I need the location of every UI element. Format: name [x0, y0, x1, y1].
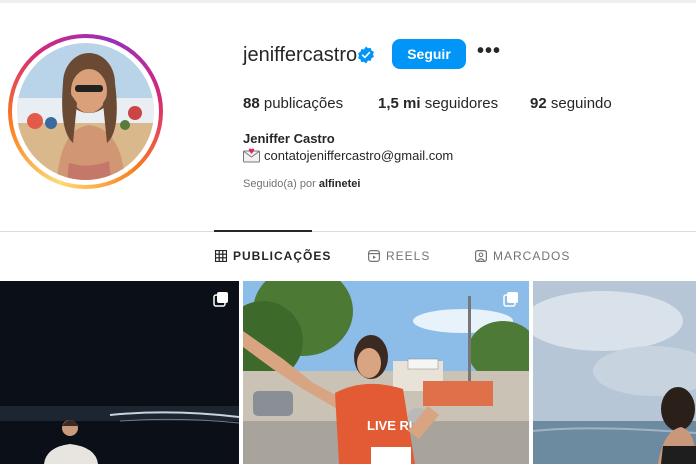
active-tab-indicator [214, 230, 312, 232]
grid-icon [215, 250, 227, 262]
tab-posts[interactable]: PUBLICAÇÕES [215, 249, 331, 263]
envelope-heart-icon [243, 148, 260, 163]
post-thumbnail[interactable] [0, 281, 239, 464]
profile-avatar[interactable] [8, 34, 163, 189]
stat-following[interactable]: 92 seguindo [530, 95, 612, 112]
username: jeniffercastro [243, 44, 358, 66]
verified-badge-icon [358, 46, 374, 64]
reels-icon [368, 250, 380, 262]
multiple-images-icon [503, 292, 518, 307]
followed-by[interactable]: Seguido(a) por alfinetei [243, 178, 360, 190]
stat-followers[interactable]: 1,5 mi seguidores [378, 95, 498, 112]
post-thumbnail[interactable] [533, 281, 696, 464]
tabs-divider [0, 231, 696, 232]
bio-email: contatojeniffercastro@gmail.com [243, 148, 453, 163]
top-divider [0, 0, 696, 3]
multiple-images-icon [213, 292, 228, 307]
post-thumbnail[interactable]: LIVE RUN [243, 281, 529, 464]
avatar-photo [17, 43, 154, 180]
more-options-icon[interactable]: ••• [477, 41, 501, 66]
tab-reels[interactable]: REELS [368, 249, 430, 263]
full-name: Jeniffer Castro [243, 131, 335, 146]
email-text[interactable]: contatojeniffercastro@gmail.com [264, 148, 453, 163]
tagged-icon [475, 250, 487, 262]
follow-button[interactable]: Seguir [392, 39, 466, 69]
tab-tagged[interactable]: MARCADOS [475, 249, 570, 263]
stat-posts: 88 publicações [243, 95, 344, 112]
